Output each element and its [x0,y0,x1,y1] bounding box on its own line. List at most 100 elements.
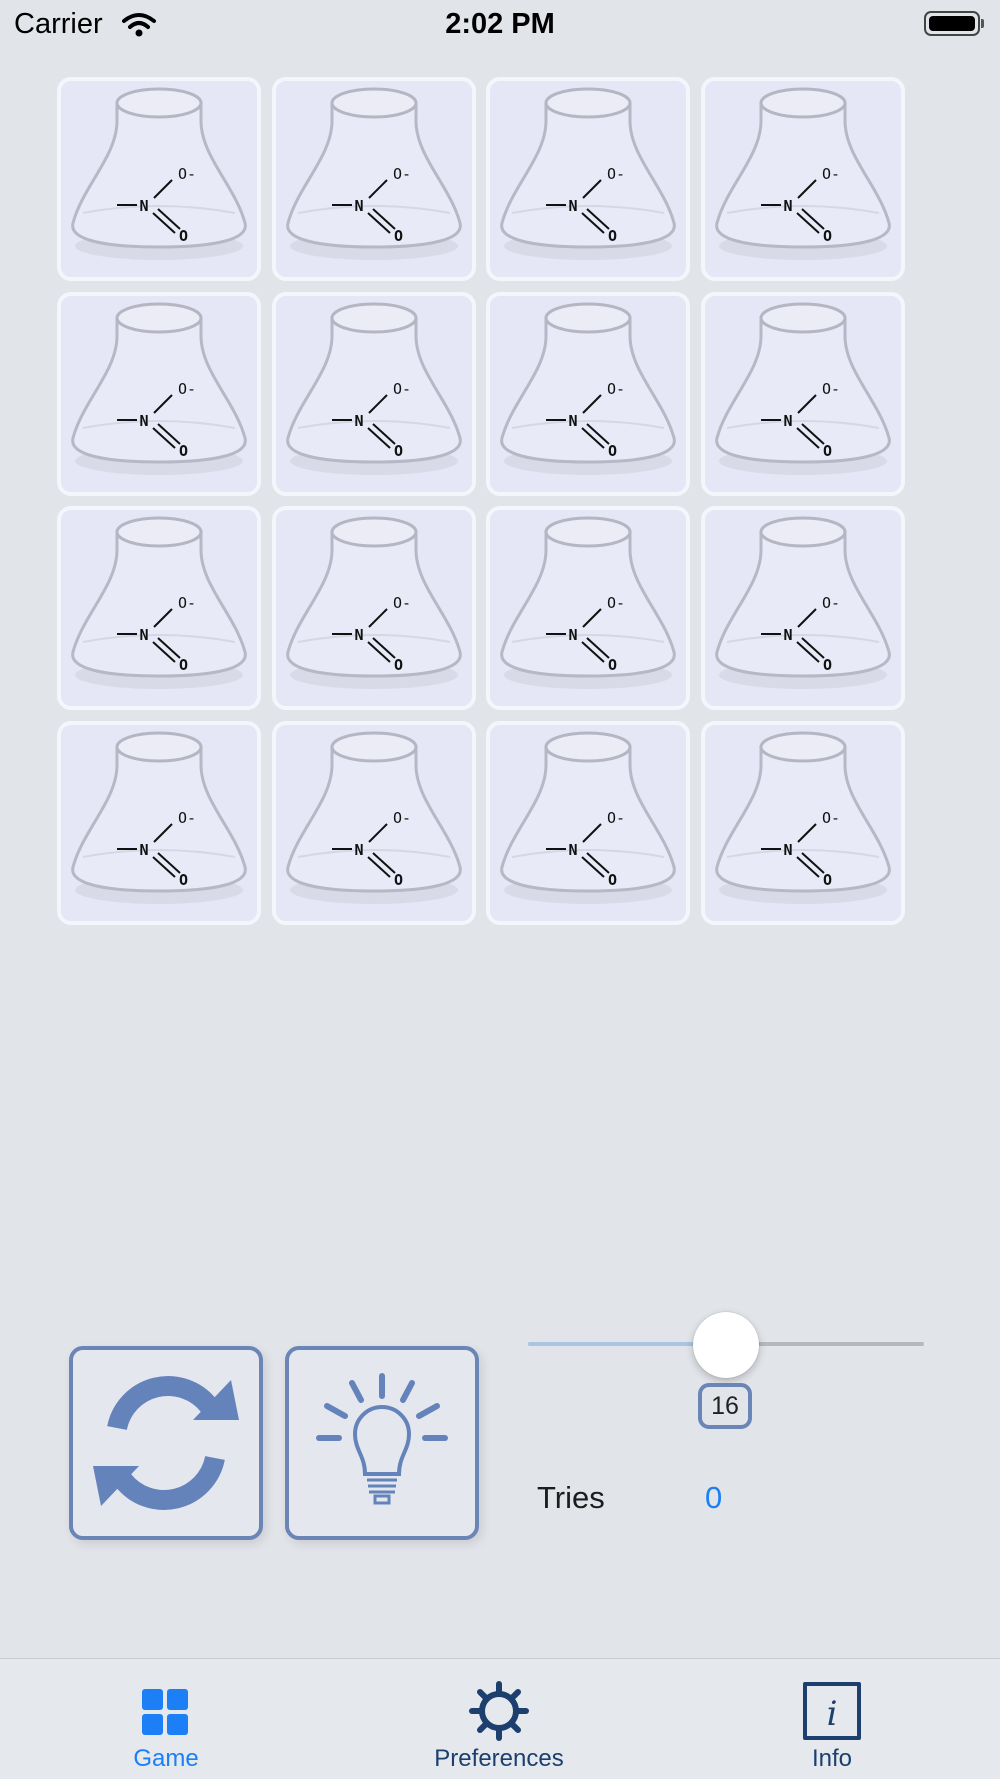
nitrogen-atom: N [783,412,792,430]
oxygen-atom: O [394,871,403,889]
battery-icon [924,11,984,36]
card-9[interactable]: N O- O [57,506,261,710]
erlenmeyer-flask-icon: N O- O [285,302,462,475]
card-14[interactable]: N O- O [271,720,476,925]
oxygen-atom: O [823,227,832,245]
nitrogen-atom: N [139,412,148,430]
card-12[interactable]: N O- O [700,506,905,710]
oxygen-atom: O [179,442,188,460]
card-2[interactable]: N O- O [271,77,476,281]
erlenmeyer-flask-icon: N O- O [71,516,247,689]
tab-preferences[interactable]: Preferences [379,1659,619,1779]
card-1[interactable]: N O- O [57,77,261,281]
oxide-atom: O- [822,809,840,827]
card-count-slider[interactable] [528,1312,924,1378]
card-5[interactable]: N O- O [57,291,261,496]
nitrogen-atom: N [783,841,792,859]
oxide-atom: O- [178,165,196,183]
card-3[interactable]: N O- O [486,77,690,281]
nitrogen-atom: N [354,412,363,430]
oxygen-atom: O [823,871,832,889]
grid-icon [142,1689,188,1735]
nitrogen-atom: N [568,626,577,644]
oxygen-atom: O [823,442,832,460]
nitrogen-atom: N [139,197,148,215]
svg-text:i: i [827,1694,838,1734]
erlenmeyer-flask-icon: N O- O [71,302,247,475]
tab-info[interactable]: i Info [712,1659,952,1779]
oxide-atom: O- [178,380,196,398]
oxygen-atom: O [394,442,403,460]
card-6[interactable]: N O- O [271,291,476,496]
nitrogen-atom: N [568,412,577,430]
card-4[interactable]: N O- O [700,77,905,281]
oxygen-atom: O [608,442,617,460]
tab-preferences-label: Preferences [434,1745,564,1772]
oxide-atom: O- [178,809,196,827]
erlenmeyer-flask-icon: N O- O [714,516,891,689]
tab-bar: Game Preferences i Info [0,1658,1000,1779]
oxygen-atom: O [823,656,832,674]
status-time: 2:02 PM [445,8,555,40]
erlenmeyer-flask-icon: N O- O [500,302,676,475]
tab-info-label: Info [811,1745,853,1772]
nitrogen-atom: N [354,197,363,215]
oxygen-atom: O [179,227,188,245]
card-8[interactable]: N O- O [700,291,905,496]
slider-thumb[interactable] [693,1312,759,1378]
oxide-atom: O- [607,165,625,183]
oxygen-atom: O [608,656,617,674]
nitrogen-atom: N [783,626,792,644]
erlenmeyer-flask-icon: N O- O [500,516,676,689]
lightbulb-icon [316,1373,448,1505]
erlenmeyer-flask-icon: N O- O [714,302,891,475]
nitrogen-atom: N [568,841,577,859]
oxide-atom: O- [393,380,411,398]
card-13[interactable]: N O- O [57,720,261,925]
oxide-atom: O- [822,380,840,398]
oxide-atom: O- [607,380,625,398]
card-15[interactable]: N O- O [486,720,690,925]
hint-button[interactable] [285,1346,479,1540]
oxide-atom: O- [178,594,196,612]
card-7[interactable]: N O- O [486,291,690,496]
oxide-atom: O- [822,165,840,183]
tab-game-label: Game [133,1745,199,1772]
oxygen-atom: O [608,227,617,245]
nitrogen-atom: N [354,841,363,859]
erlenmeyer-flask-icon: N O- O [71,731,247,904]
erlenmeyer-flask-icon: N O- O [714,87,891,260]
card-16[interactable]: N O- O [700,720,905,925]
erlenmeyer-flask-icon: N O- O [285,731,462,904]
oxygen-atom: O [394,656,403,674]
oxygen-atom: O [179,871,188,889]
tries-label: Tries [537,1480,605,1515]
info-icon: i [803,1682,861,1740]
tab-game[interactable]: Game [46,1659,286,1779]
oxide-atom: O- [393,809,411,827]
gear-icon [469,1681,529,1741]
card-10[interactable]: N O- O [271,506,476,710]
erlenmeyer-flask-icon: N O- O [714,731,891,904]
card-11[interactable]: N O- O [486,506,690,710]
oxygen-atom: O [608,871,617,889]
restart-button[interactable] [69,1346,263,1540]
restart-icon [93,1376,239,1510]
nitrogen-atom: N [139,626,148,644]
oxygen-atom: O [394,227,403,245]
erlenmeyer-flask-icon: N O- O [500,87,676,260]
card-count-badge: 16 [698,1383,752,1429]
tries-value: 0 [705,1480,723,1515]
erlenmeyer-flask-icon: N O- O [71,87,247,260]
oxide-atom: O- [822,594,840,612]
erlenmeyer-flask-icon: N O- O [500,731,676,904]
nitrogen-atom: N [354,626,363,644]
erlenmeyer-flask-icon: N O- O [285,516,462,689]
oxide-atom: O- [393,594,411,612]
nitrogen-atom: N [568,197,577,215]
oxide-atom: O- [393,165,411,183]
nitrogen-atom: N [783,197,792,215]
oxide-atom: O- [607,594,625,612]
status-bar: Carrier 2:02 PM [0,0,1000,50]
card-grid: N O- O N O- O N O- O N O- O N O- O N O- O N O- O N O- O N O- O N O- O… [57,77,907,927]
